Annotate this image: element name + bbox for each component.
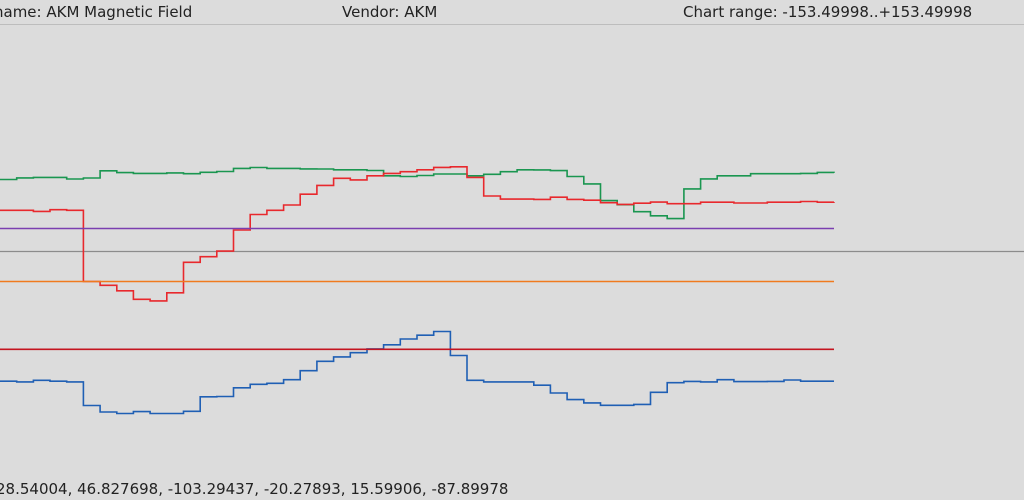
series-line-green	[0, 166, 835, 220]
sensor-header: name: AKM Magnetic Field Vendor: AKM Cha…	[0, 0, 1024, 24]
series-line-blue	[0, 330, 834, 415]
sensor-name-label: name: AKM Magnetic Field	[0, 3, 193, 21]
sensor-values-readout: 28.54004, 46.827698, -103.29437, -20.278…	[0, 480, 509, 498]
sensor-vendor-label: Vendor: AKM	[342, 3, 438, 21]
chart-range-label: Chart range: -153.49998..+153.49998	[683, 3, 973, 21]
sensor-chart	[0, 166, 1024, 415]
readout-footer: 28.54004, 46.827698, -103.29437, -20.278…	[0, 478, 1024, 500]
